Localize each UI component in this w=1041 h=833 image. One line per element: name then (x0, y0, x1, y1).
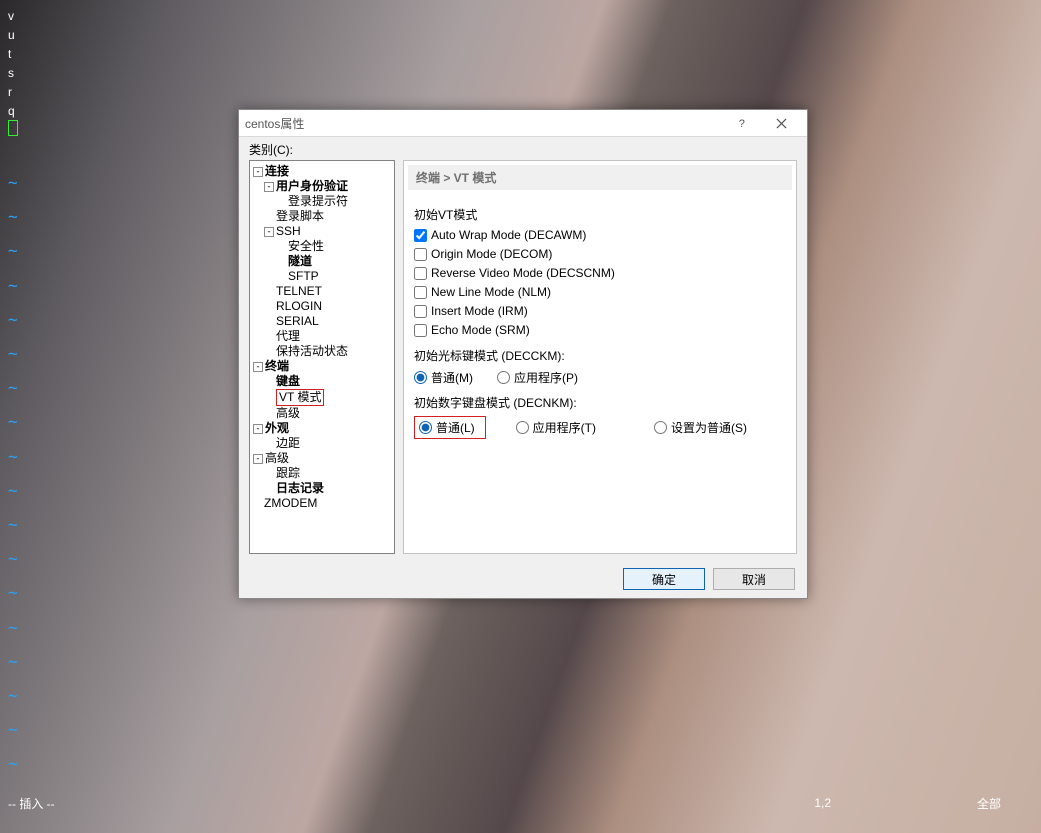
vim-position: 1,2 (814, 796, 831, 810)
tree-tunnel[interactable]: 隧道 (252, 254, 392, 269)
vim-scroll: 全部 (977, 795, 1001, 812)
vim-mode: -- 插入 -- (8, 795, 55, 812)
radio-keypad-setnormal[interactable]: 设置为普通(S) (654, 419, 747, 436)
category-tree[interactable]: -连接 -用户身份验证 登录提示符 登录脚本 -SSH 安全性 隧道 SFTP … (249, 160, 395, 554)
properties-dialog: centos属性 ? 类别(C): -连接 -用户身份验证 登录提示符 登录脚本… (238, 109, 808, 599)
radio-keypad-app[interactable]: 应用程序(T) (516, 419, 596, 436)
radio-keypad-normal[interactable]: 普通(L) (419, 419, 475, 436)
tree-sftp[interactable]: SFTP (252, 269, 392, 284)
tree-user-auth[interactable]: -用户身份验证 (252, 179, 392, 194)
tree-keepalive[interactable]: 保持活动状态 (252, 344, 392, 359)
tree-login-prompt[interactable]: 登录提示符 (252, 194, 392, 209)
ok-button[interactable]: 确定 (623, 568, 705, 590)
cb-insert[interactable]: Insert Mode (IRM) (414, 304, 786, 318)
cb-auto-wrap[interactable]: Auto Wrap Mode (DECAWM) (414, 228, 786, 242)
tree-serial[interactable]: SERIAL (252, 314, 392, 329)
init-vt-label: 初始VT模式 (414, 206, 786, 223)
radio-keypad-normal-highlight: 普通(L) (414, 416, 486, 439)
tree-appearance[interactable]: -外观 (252, 421, 392, 436)
tree-ssh[interactable]: -SSH (252, 224, 392, 239)
cursor-mode-label: 初始光标键模式 (DECCKM): (414, 347, 786, 364)
tree-zmodem[interactable]: ZMODEM (252, 496, 392, 511)
breadcrumb: 终端 > VT 模式 (408, 165, 792, 190)
help-button[interactable]: ? (721, 110, 761, 137)
cursor-block (8, 120, 18, 136)
tree-security[interactable]: 安全性 (252, 239, 392, 254)
terminal-left-chars: vutsrq (8, 6, 18, 138)
radio-cursor-normal[interactable]: 普通(M) (414, 369, 473, 386)
settings-pane: 终端 > VT 模式 初始VT模式 Auto Wrap Mode (DECAWM… (403, 160, 797, 554)
tree-login-script[interactable]: 登录脚本 (252, 209, 392, 224)
tree-rlogin[interactable]: RLOGIN (252, 299, 392, 314)
close-button[interactable] (761, 110, 801, 137)
tree-telnet[interactable]: TELNET (252, 284, 392, 299)
radio-cursor-app[interactable]: 应用程序(P) (497, 369, 578, 386)
tree-terminal[interactable]: -终端 (252, 359, 392, 374)
tree-trace[interactable]: 跟踪 (252, 466, 392, 481)
category-label: 类别(C): (239, 137, 807, 160)
cb-newline[interactable]: New Line Mode (NLM) (414, 285, 786, 299)
dialog-title: centos属性 (245, 115, 721, 132)
tree-margin[interactable]: 边距 (252, 436, 392, 451)
titlebar[interactable]: centos属性 ? (239, 110, 807, 137)
tree-proxy[interactable]: 代理 (252, 329, 392, 344)
svg-text:?: ? (738, 118, 744, 129)
tree-connection[interactable]: -连接 (252, 164, 392, 179)
tree-advanced[interactable]: -高级 (252, 451, 392, 466)
tree-log[interactable]: 日志记录 (252, 481, 392, 496)
keypad-mode-label: 初始数字键盘模式 (DECNKM): (414, 394, 786, 411)
terminal-tildes: ~~~~~~~~~~~~~~~~~~ (8, 166, 18, 782)
tree-keyboard[interactable]: 键盘 (252, 374, 392, 389)
cb-reverse[interactable]: Reverse Video Mode (DECSCNM) (414, 266, 786, 280)
cb-echo[interactable]: Echo Mode (SRM) (414, 323, 786, 337)
vim-status-bar: -- 插入 -- 1,2 全部 (0, 791, 1041, 815)
cancel-button[interactable]: 取消 (713, 568, 795, 590)
cb-origin[interactable]: Origin Mode (DECOM) (414, 247, 786, 261)
tree-vtmode[interactable]: VT 模式 (252, 389, 392, 406)
tree-term-advanced[interactable]: 高级 (252, 406, 392, 421)
